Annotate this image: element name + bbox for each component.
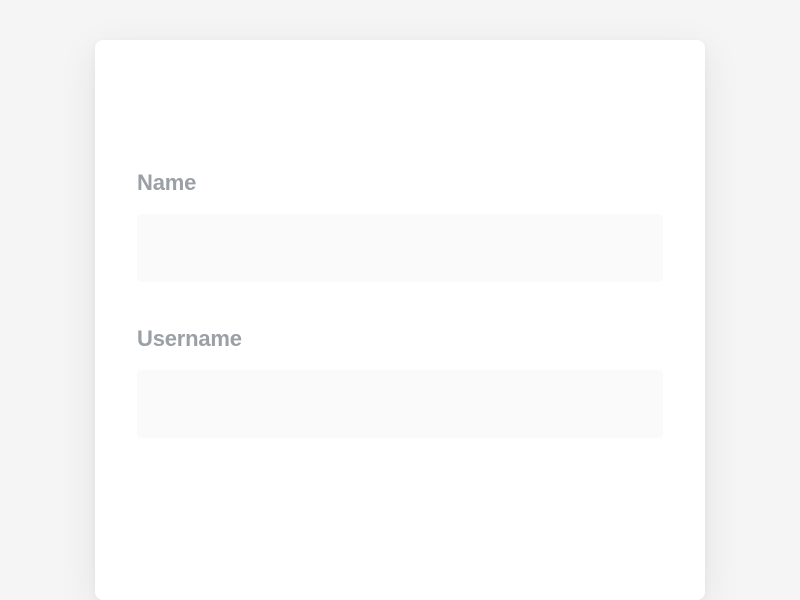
username-field-group: Username [137, 326, 663, 438]
username-input[interactable] [137, 370, 663, 438]
name-label: Name [137, 170, 663, 196]
name-input[interactable] [137, 214, 663, 282]
name-field-group: Name [137, 170, 663, 282]
form-card: Name Username [95, 40, 705, 600]
username-label: Username [137, 326, 663, 352]
